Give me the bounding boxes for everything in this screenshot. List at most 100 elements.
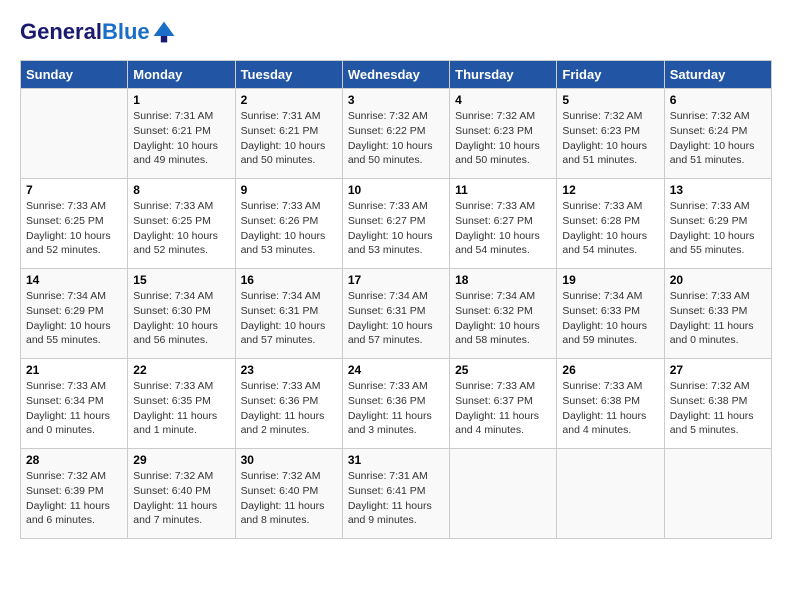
calendar-cell: 19 Sunrise: 7:34 AM Sunset: 6:33 PM Dayli… bbox=[557, 269, 664, 359]
day-number: 21 bbox=[26, 363, 122, 377]
day-info: Sunrise: 7:32 AM Sunset: 6:23 PM Dayligh… bbox=[455, 109, 551, 168]
day-number: 30 bbox=[241, 453, 337, 467]
weekday-header-saturday: Saturday bbox=[664, 61, 771, 89]
calendar-body: 1 Sunrise: 7:31 AM Sunset: 6:21 PM Daylig… bbox=[21, 89, 772, 539]
calendar-week-1: 1 Sunrise: 7:31 AM Sunset: 6:21 PM Daylig… bbox=[21, 89, 772, 179]
day-info: Sunrise: 7:32 AM Sunset: 6:39 PM Dayligh… bbox=[26, 469, 122, 528]
day-info: Sunrise: 7:33 AM Sunset: 6:37 PM Dayligh… bbox=[455, 379, 551, 438]
day-number: 9 bbox=[241, 183, 337, 197]
day-info: Sunrise: 7:33 AM Sunset: 6:29 PM Dayligh… bbox=[670, 199, 766, 258]
calendar-cell: 9 Sunrise: 7:33 AM Sunset: 6:26 PM Daylig… bbox=[235, 179, 342, 269]
calendar-cell bbox=[557, 449, 664, 539]
day-number: 7 bbox=[26, 183, 122, 197]
calendar-cell: 27Sunrise: 7:32 AM Sunset: 6:38 PM Dayli… bbox=[664, 359, 771, 449]
calendar-cell: 14Sunrise: 7:34 AM Sunset: 6:29 PM Dayli… bbox=[21, 269, 128, 359]
day-info: Sunrise: 7:33 AM Sunset: 6:36 PM Dayligh… bbox=[241, 379, 337, 438]
calendar-cell: 1 Sunrise: 7:31 AM Sunset: 6:21 PM Daylig… bbox=[128, 89, 235, 179]
weekday-header-friday: Friday bbox=[557, 61, 664, 89]
day-info: Sunrise: 7:32 AM Sunset: 6:24 PM Dayligh… bbox=[670, 109, 766, 168]
day-info: Sunrise: 7:32 AM Sunset: 6:38 PM Dayligh… bbox=[670, 379, 766, 438]
calendar-table: SundayMondayTuesdayWednesdayThursdayFrid… bbox=[20, 60, 772, 539]
day-number: 23 bbox=[241, 363, 337, 377]
day-number: 17 bbox=[348, 273, 444, 287]
day-info: Sunrise: 7:32 AM Sunset: 6:22 PM Dayligh… bbox=[348, 109, 444, 168]
day-number: 4 bbox=[455, 93, 551, 107]
day-number: 15 bbox=[133, 273, 229, 287]
day-info: Sunrise: 7:31 AM Sunset: 6:41 PM Dayligh… bbox=[348, 469, 444, 528]
calendar-cell: 3 Sunrise: 7:32 AM Sunset: 6:22 PM Daylig… bbox=[342, 89, 449, 179]
calendar-cell: 12 Sunrise: 7:33 AM Sunset: 6:28 PM Dayli… bbox=[557, 179, 664, 269]
calendar-cell: 10 Sunrise: 7:33 AM Sunset: 6:27 PM Dayli… bbox=[342, 179, 449, 269]
calendar-cell: 16 Sunrise: 7:34 AM Sunset: 6:31 PM Dayli… bbox=[235, 269, 342, 359]
day-info: Sunrise: 7:34 AM Sunset: 6:31 PM Dayligh… bbox=[241, 289, 337, 348]
day-info: Sunrise: 7:33 AM Sunset: 6:25 PM Dayligh… bbox=[26, 199, 122, 258]
day-info: Sunrise: 7:33 AM Sunset: 6:34 PM Dayligh… bbox=[26, 379, 122, 438]
day-info: Sunrise: 7:34 AM Sunset: 6:31 PM Dayligh… bbox=[348, 289, 444, 348]
calendar-cell bbox=[664, 449, 771, 539]
header-row: SundayMondayTuesdayWednesdayThursdayFrid… bbox=[21, 61, 772, 89]
day-number: 28 bbox=[26, 453, 122, 467]
calendar-cell: 17 Sunrise: 7:34 AM Sunset: 6:31 PM Dayli… bbox=[342, 269, 449, 359]
calendar-cell: 5Sunrise: 7:32 AM Sunset: 6:23 PM Daylig… bbox=[557, 89, 664, 179]
calendar-cell: 15 Sunrise: 7:34 AM Sunset: 6:30 PM Dayli… bbox=[128, 269, 235, 359]
day-number: 19 bbox=[562, 273, 658, 287]
calendar-cell: 11Sunrise: 7:33 AM Sunset: 6:27 PM Dayli… bbox=[450, 179, 557, 269]
day-info: Sunrise: 7:32 AM Sunset: 6:40 PM Dayligh… bbox=[241, 469, 337, 528]
day-number: 1 bbox=[133, 93, 229, 107]
logo-text: GeneralBlue bbox=[20, 20, 150, 44]
calendar-cell: 22Sunrise: 7:33 AM Sunset: 6:35 PM Dayli… bbox=[128, 359, 235, 449]
calendar-cell: 31 Sunrise: 7:31 AM Sunset: 6:41 PM Dayli… bbox=[342, 449, 449, 539]
logo: GeneralBlue bbox=[20, 20, 176, 44]
calendar-week-3: 14Sunrise: 7:34 AM Sunset: 6:29 PM Dayli… bbox=[21, 269, 772, 359]
day-info: Sunrise: 7:31 AM Sunset: 6:21 PM Dayligh… bbox=[133, 109, 229, 168]
calendar-cell: 23 Sunrise: 7:33 AM Sunset: 6:36 PM Dayli… bbox=[235, 359, 342, 449]
calendar-cell: 24Sunrise: 7:33 AM Sunset: 6:36 PM Dayli… bbox=[342, 359, 449, 449]
day-number: 12 bbox=[562, 183, 658, 197]
day-info: Sunrise: 7:34 AM Sunset: 6:30 PM Dayligh… bbox=[133, 289, 229, 348]
calendar-week-5: 28 Sunrise: 7:32 AM Sunset: 6:39 PM Dayli… bbox=[21, 449, 772, 539]
day-info: Sunrise: 7:34 AM Sunset: 6:33 PM Dayligh… bbox=[562, 289, 658, 348]
day-number: 29 bbox=[133, 453, 229, 467]
day-number: 18 bbox=[455, 273, 551, 287]
day-number: 6 bbox=[670, 93, 766, 107]
day-number: 8 bbox=[133, 183, 229, 197]
day-info: Sunrise: 7:33 AM Sunset: 6:38 PM Dayligh… bbox=[562, 379, 658, 438]
day-info: Sunrise: 7:33 AM Sunset: 6:28 PM Dayligh… bbox=[562, 199, 658, 258]
calendar-cell: 20Sunrise: 7:33 AM Sunset: 6:33 PM Dayli… bbox=[664, 269, 771, 359]
calendar-cell: 7 Sunrise: 7:33 AM Sunset: 6:25 PM Daylig… bbox=[21, 179, 128, 269]
day-info: Sunrise: 7:33 AM Sunset: 6:35 PM Dayligh… bbox=[133, 379, 229, 438]
day-number: 5 bbox=[562, 93, 658, 107]
calendar-cell: 8Sunrise: 7:33 AM Sunset: 6:25 PM Daylig… bbox=[128, 179, 235, 269]
day-number: 26 bbox=[562, 363, 658, 377]
day-info: Sunrise: 7:34 AM Sunset: 6:29 PM Dayligh… bbox=[26, 289, 122, 348]
calendar-cell: 18Sunrise: 7:34 AM Sunset: 6:32 PM Dayli… bbox=[450, 269, 557, 359]
day-number: 16 bbox=[241, 273, 337, 287]
calendar-cell: 6 Sunrise: 7:32 AM Sunset: 6:24 PM Daylig… bbox=[664, 89, 771, 179]
calendar-week-4: 21 Sunrise: 7:33 AM Sunset: 6:34 PM Dayli… bbox=[21, 359, 772, 449]
calendar-cell: 13 Sunrise: 7:33 AM Sunset: 6:29 PM Dayli… bbox=[664, 179, 771, 269]
day-number: 2 bbox=[241, 93, 337, 107]
weekday-header-monday: Monday bbox=[128, 61, 235, 89]
calendar-cell: 29 Sunrise: 7:32 AM Sunset: 6:40 PM Dayli… bbox=[128, 449, 235, 539]
day-info: Sunrise: 7:33 AM Sunset: 6:26 PM Dayligh… bbox=[241, 199, 337, 258]
calendar-cell: 26 Sunrise: 7:33 AM Sunset: 6:38 PM Dayli… bbox=[557, 359, 664, 449]
day-number: 13 bbox=[670, 183, 766, 197]
day-info: Sunrise: 7:33 AM Sunset: 6:33 PM Dayligh… bbox=[670, 289, 766, 348]
weekday-header-thursday: Thursday bbox=[450, 61, 557, 89]
day-number: 3 bbox=[348, 93, 444, 107]
day-info: Sunrise: 7:33 AM Sunset: 6:27 PM Dayligh… bbox=[455, 199, 551, 258]
calendar-cell: 2 Sunrise: 7:31 AM Sunset: 6:21 PM Daylig… bbox=[235, 89, 342, 179]
day-info: Sunrise: 7:32 AM Sunset: 6:40 PM Dayligh… bbox=[133, 469, 229, 528]
weekday-header-wednesday: Wednesday bbox=[342, 61, 449, 89]
day-number: 31 bbox=[348, 453, 444, 467]
day-info: Sunrise: 7:33 AM Sunset: 6:36 PM Dayligh… bbox=[348, 379, 444, 438]
day-info: Sunrise: 7:33 AM Sunset: 6:27 PM Dayligh… bbox=[348, 199, 444, 258]
day-number: 10 bbox=[348, 183, 444, 197]
calendar-cell: 25Sunrise: 7:33 AM Sunset: 6:37 PM Dayli… bbox=[450, 359, 557, 449]
day-info: Sunrise: 7:31 AM Sunset: 6:21 PM Dayligh… bbox=[241, 109, 337, 168]
calendar-cell: 28 Sunrise: 7:32 AM Sunset: 6:39 PM Dayli… bbox=[21, 449, 128, 539]
page-header: GeneralBlue bbox=[20, 20, 772, 44]
calendar-week-2: 7 Sunrise: 7:33 AM Sunset: 6:25 PM Daylig… bbox=[21, 179, 772, 269]
calendar-cell: 30 Sunrise: 7:32 AM Sunset: 6:40 PM Dayli… bbox=[235, 449, 342, 539]
calendar-cell: 21 Sunrise: 7:33 AM Sunset: 6:34 PM Dayli… bbox=[21, 359, 128, 449]
